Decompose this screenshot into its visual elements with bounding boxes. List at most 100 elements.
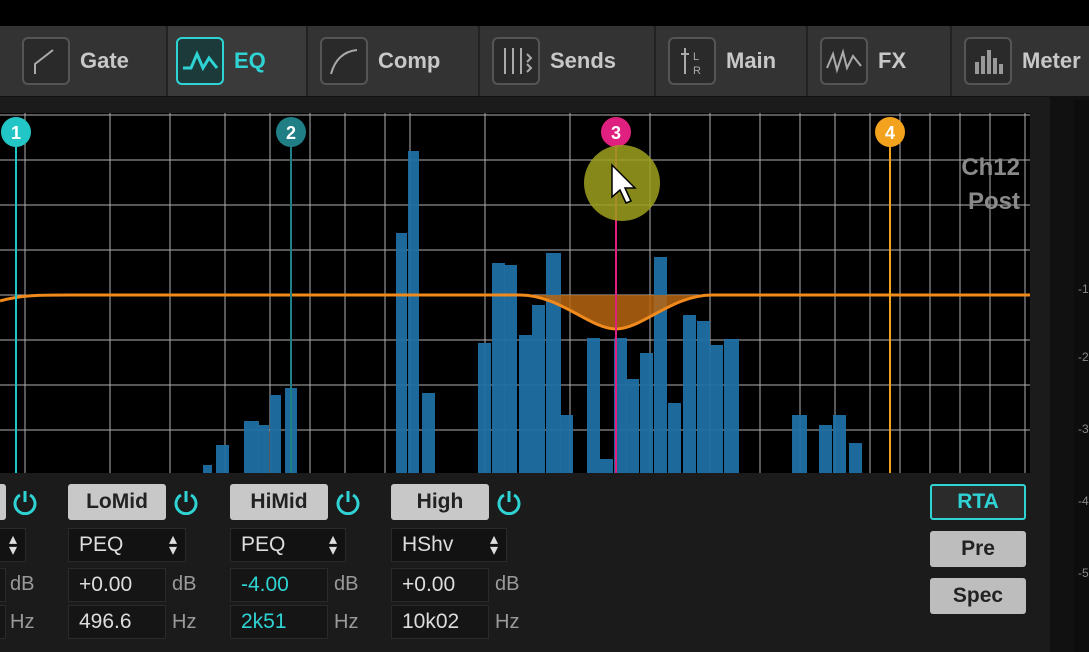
rta-bar — [640, 353, 653, 473]
tap-label: Post — [968, 188, 1020, 215]
scale-label: -1 — [1078, 282, 1089, 296]
tab-fx[interactable]: FX — [808, 26, 952, 96]
rta-bar — [258, 425, 269, 473]
channel-label: Ch12 — [961, 154, 1020, 181]
freq-unit: Hz — [495, 611, 520, 633]
rta-bar — [600, 459, 613, 473]
freq-unit: Hz — [10, 611, 35, 633]
tab-sends[interactable]: Sends — [480, 26, 656, 96]
scale-label: -5 — [1078, 566, 1089, 580]
rta-bar — [478, 343, 491, 473]
power-icon[interactable] — [173, 489, 199, 515]
rta-bar — [270, 395, 281, 473]
rta-bar — [203, 465, 212, 473]
scale-label: -3 — [1078, 422, 1089, 436]
select-arrows-icon: ▴ ▾ — [328, 531, 337, 559]
gain-field-lomid[interactable]: +0.00 — [68, 568, 166, 602]
rta-button[interactable]: RTA — [930, 484, 1026, 520]
gain-field-partial[interactable] — [0, 568, 6, 602]
band-button-partial[interactable] — [0, 484, 6, 520]
rta-bar — [396, 233, 407, 473]
band-marker-label: 1 — [11, 123, 21, 143]
select-arrows-icon: ▴ ▾ — [489, 531, 498, 559]
rta-bar — [244, 421, 259, 473]
rta-bar — [792, 415, 807, 473]
tab-meter[interactable]: Meter — [952, 26, 1089, 96]
select-arrows-icon: ▴ ▾ — [168, 531, 177, 559]
gain-unit: dB — [334, 573, 359, 595]
type-value: HShv — [402, 533, 454, 556]
tab-comp-label: Comp — [378, 48, 441, 73]
band-button-himid[interactable]: HiMid — [230, 484, 328, 520]
type-value: PEQ — [241, 533, 286, 556]
rta-bar — [216, 445, 229, 473]
rta-bar — [819, 425, 832, 473]
power-icon[interactable] — [12, 489, 38, 515]
freq-unit: Hz — [334, 611, 359, 633]
power-icon[interactable] — [335, 489, 361, 515]
pre-button[interactable]: Pre — [930, 531, 1026, 567]
comp-icon — [320, 37, 368, 85]
tab-eq[interactable]: EQ — [168, 26, 308, 96]
tab-main-label: Main — [726, 48, 777, 73]
rta-bar — [668, 403, 681, 473]
gain-unit: dB — [495, 573, 520, 595]
tab-gate-label: Gate — [80, 48, 129, 73]
band-button-high[interactable]: High — [391, 484, 489, 520]
power-icon[interactable] — [496, 489, 522, 515]
eq-icon — [176, 37, 224, 85]
rta-bar — [710, 345, 723, 473]
tab-bar: Gate EQ Comp Sends LR Main FX Meter — [0, 26, 1089, 97]
rta-bar — [849, 443, 862, 473]
freq-field-high[interactable]: 10k02 — [391, 605, 489, 639]
sends-icon — [492, 37, 540, 85]
type-select-himid[interactable]: PEQ ▴ ▾ — [230, 528, 346, 562]
gain-field-himid[interactable]: -4.00 — [230, 568, 328, 602]
freq-field-partial[interactable] — [0, 605, 6, 639]
rta-bar — [408, 151, 419, 473]
freq-field-lomid[interactable]: 496.6 — [68, 605, 166, 639]
top-bar — [0, 0, 1089, 26]
rta-bar — [724, 339, 739, 473]
band-marker-label: 3 — [611, 123, 621, 143]
type-value: PEQ — [79, 533, 124, 556]
fx-icon — [820, 37, 868, 85]
type-select-lomid[interactable]: PEQ ▴ ▾ — [68, 528, 186, 562]
type-select-high[interactable]: HShv ▴ ▾ — [391, 528, 507, 562]
type-select-partial[interactable]: ▴ ▾ — [0, 528, 26, 562]
freq-field-himid[interactable]: 2k51 — [230, 605, 328, 639]
gain-field-high[interactable]: +0.00 — [391, 568, 489, 602]
rta-bar — [560, 415, 573, 473]
tab-comp[interactable]: Comp — [308, 26, 480, 96]
tab-main[interactable]: LR Main — [656, 26, 808, 96]
meter-icon — [964, 37, 1012, 85]
rta-bar — [654, 257, 667, 473]
gain-unit: dB — [172, 573, 197, 595]
main-icon: LR — [668, 37, 716, 85]
scale-label: -4 — [1078, 494, 1089, 508]
band-controls: ▴ ▾ dB Hz LoMid PEQ ▴ ▾ +0.00 dB 496.6 Hz H… — [0, 473, 1050, 652]
rta-bar — [587, 338, 600, 473]
rta-bar — [422, 393, 435, 473]
gate-icon — [22, 37, 70, 85]
spec-button[interactable]: Spec — [930, 578, 1026, 614]
rta-bar — [626, 379, 639, 473]
svg-text:R: R — [693, 65, 701, 77]
freq-unit: Hz — [172, 611, 197, 633]
band-marker-label: 4 — [885, 123, 895, 143]
tab-eq-label: EQ — [234, 48, 266, 73]
gain-unit: dB — [10, 573, 35, 595]
svg-text:L: L — [693, 51, 699, 63]
tab-sends-label: Sends — [550, 48, 617, 73]
rta-bar — [532, 305, 545, 473]
rta-bar — [519, 335, 532, 473]
rta-bar — [546, 253, 561, 473]
eq-graph[interactable]: 1 2 3 4 Ch12 Post — [0, 113, 1030, 473]
tab-gate[interactable]: Gate — [0, 26, 168, 96]
tab-meter-label: Meter — [1022, 48, 1081, 73]
tab-fx-label: FX — [878, 48, 907, 73]
band-button-lomid[interactable]: LoMid — [68, 484, 166, 520]
rta-bar — [683, 315, 696, 473]
band-marker-label: 2 — [286, 123, 296, 143]
rta-bar — [697, 321, 710, 473]
